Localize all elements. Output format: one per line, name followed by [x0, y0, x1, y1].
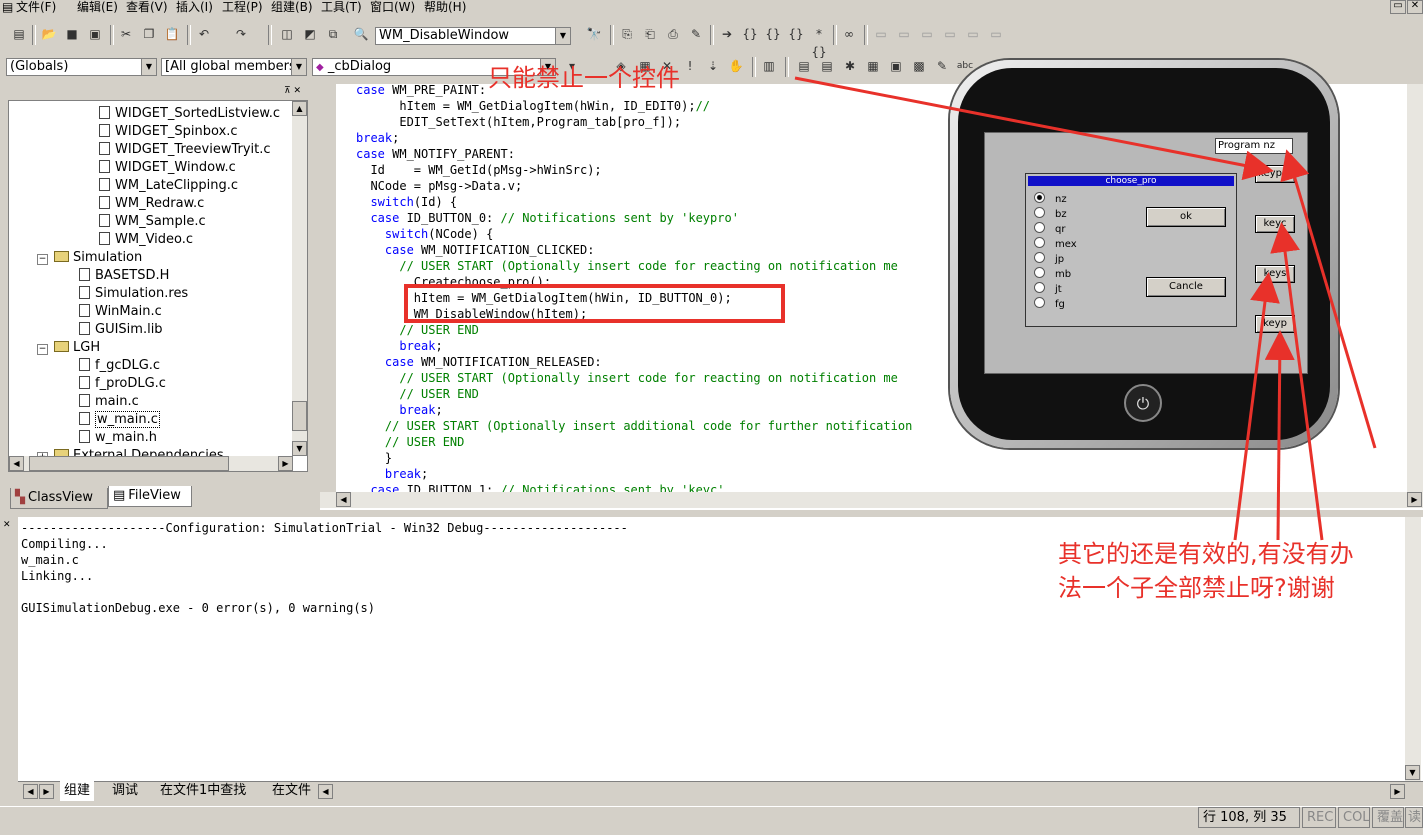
status-rec: REC [1302, 807, 1336, 828]
status-read: 读 [1405, 807, 1423, 828]
status-ovr: 覆盖 [1372, 807, 1404, 828]
status-col: COL [1338, 807, 1370, 828]
annotation-arrows [794, 76, 1377, 541]
status-position: 行 108, 列 35 [1198, 807, 1300, 828]
